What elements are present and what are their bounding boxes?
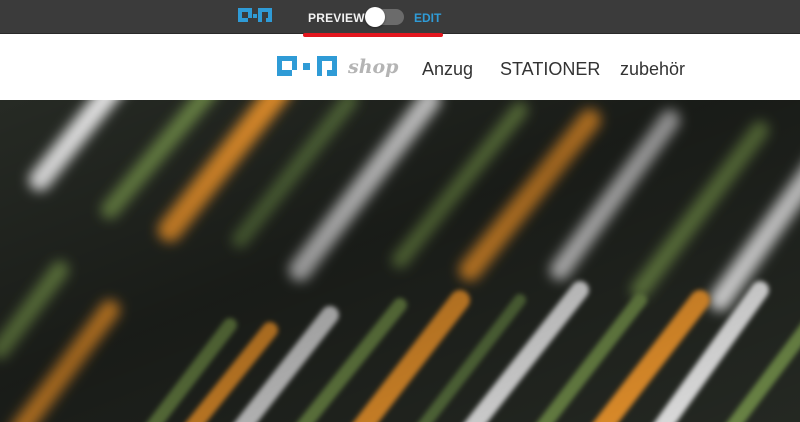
toggle-knob[interactable] [365,7,385,27]
qr-logo-icon [238,8,272,22]
hero-image [0,100,800,422]
striped-tie-fabric-image [0,100,800,422]
highlight-underline [303,33,443,37]
preview-edit-toggle[interactable] [365,7,404,27]
site-header: shop Anzug STATIONER zubehör [0,34,800,100]
nav-item-zubehoer[interactable]: zubehör [620,59,685,80]
edit-label[interactable]: EDIT [414,11,441,25]
preview-label[interactable]: PREVIEW [308,11,365,25]
editor-toolbar: PREVIEW EDIT [0,0,800,34]
shop-logo-text[interactable]: shop [348,56,398,78]
nav-item-stationer[interactable]: STATIONER [500,59,600,80]
mode-switch: PREVIEW EDIT [300,0,445,34]
nav-item-anzug[interactable]: Anzug [422,59,473,80]
